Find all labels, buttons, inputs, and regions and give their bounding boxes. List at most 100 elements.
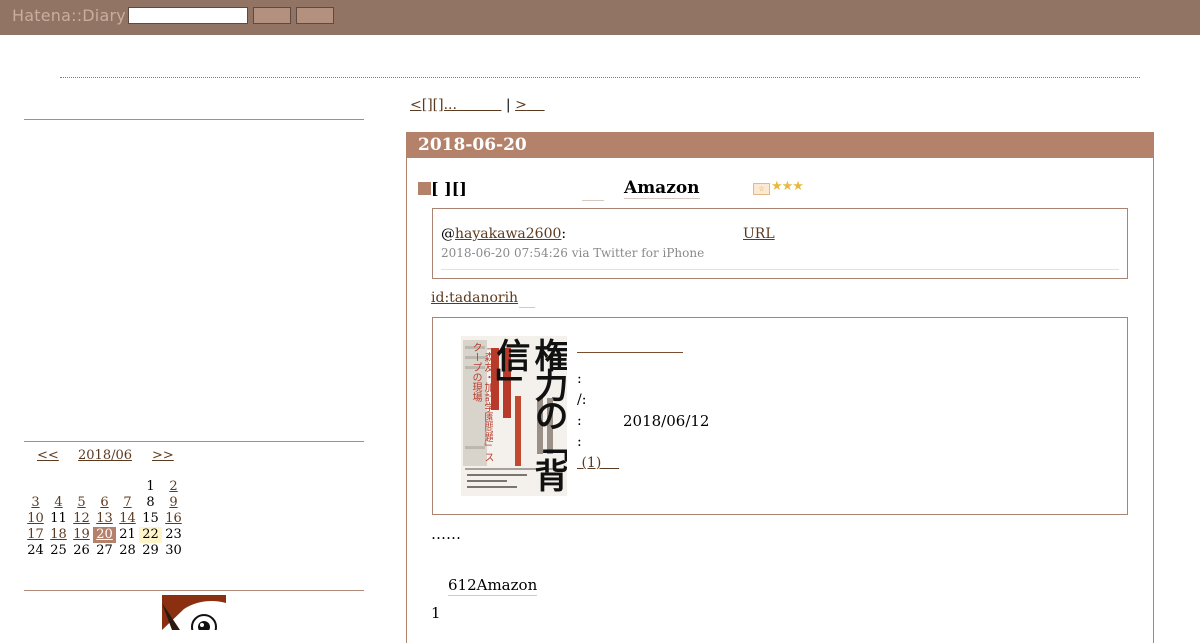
calendar-day[interactable]: 19 xyxy=(70,527,93,543)
day-date[interactable]: 2018-06-20 xyxy=(407,133,1153,158)
sidebar-divider xyxy=(24,119,364,120)
calendar-day xyxy=(70,479,93,495)
calendar-week: 12 xyxy=(24,479,185,495)
entry-paragraph-1: …… xyxy=(431,525,461,543)
book-review-link[interactable]: (1) xyxy=(577,455,619,471)
id-blank-link[interactable] xyxy=(519,307,535,308)
calendar: 1 2 3 4 5 6 7 8 9 10 11 12 13 14 15 16 17 18 19 20 21 22 23 24 2… xyxy=(24,479,185,559)
calendar-week: 17 18 19 20 21 22 23 xyxy=(24,527,185,543)
calendar-day[interactable]: 4 xyxy=(47,495,70,511)
tweet-divider xyxy=(441,269,1119,270)
calendar-day-link[interactable]: 10 xyxy=(27,511,44,526)
calendar-day-text: 25 xyxy=(50,543,67,558)
calendar-top-divider xyxy=(24,441,364,442)
calendar-prev-link[interactable]: << xyxy=(37,448,59,463)
calendar-day-text: 24 xyxy=(27,543,44,558)
user-id-link[interactable]: id:tadanorih xyxy=(431,290,518,306)
calendar-day[interactable]: 3 xyxy=(24,495,47,511)
calendar-day-link[interactable]: 20 xyxy=(96,527,113,542)
search-button[interactable] xyxy=(253,7,291,24)
book-cover-title: 権力の「背信」 xyxy=(490,338,567,488)
calendar-day-link[interactable]: 16 xyxy=(165,511,182,526)
star-icons[interactable]: ★★★ xyxy=(771,179,804,194)
calendar-day-link[interactable]: 13 xyxy=(96,511,113,526)
calendar-day[interactable]: 10 xyxy=(24,511,47,527)
calendar-day: 28 xyxy=(116,543,139,559)
calendar-day-link[interactable]: 18 xyxy=(50,527,67,542)
calendar-day[interactable]: 17 xyxy=(24,527,47,543)
calendar-day[interactable]: 2 xyxy=(162,479,185,495)
entry-paragraph-3: 1 xyxy=(431,604,441,622)
section-title-text: [ ][] xyxy=(431,179,467,198)
calendar-day xyxy=(47,479,70,495)
book-release-label: : xyxy=(577,413,582,429)
calendar-day-link[interactable]: 2 xyxy=(169,479,177,494)
search-input[interactable] xyxy=(128,7,248,24)
calendar-day[interactable]: 5 xyxy=(70,495,93,511)
calendar-day: 22 xyxy=(139,527,162,543)
calendar-day-text: 27 xyxy=(96,543,113,558)
secondary-button[interactable] xyxy=(296,7,334,24)
section-marker-icon[interactable] xyxy=(418,182,431,195)
book-cover-image[interactable]: 権力の「背信」 「森友・加計学園問題」スクープの現場 xyxy=(461,336,567,496)
calendar-day[interactable]: 18 xyxy=(47,527,70,543)
section-blank-link[interactable] xyxy=(582,199,604,201)
calendar-day[interactable]: 7 xyxy=(116,495,139,511)
calendar-day: 8 xyxy=(139,495,162,511)
calendar-day-text: 22 xyxy=(142,527,159,542)
top-bar: Hatena::Diary xyxy=(0,0,1200,35)
next-entry-link[interactable]: > xyxy=(515,97,545,113)
calendar-day: 15 xyxy=(139,511,162,527)
calendar-day[interactable]: 6 xyxy=(93,495,116,511)
amazon-title[interactable]: Amazon xyxy=(624,178,700,199)
calendar-day-link[interactable]: 5 xyxy=(77,495,85,510)
calendar-day[interactable]: 9 xyxy=(162,495,185,511)
calendar-day-text: 28 xyxy=(119,543,136,558)
calendar-day-link[interactable]: 12 xyxy=(73,511,90,526)
calendar-day-link[interactable]: 6 xyxy=(100,495,108,510)
diary-day: 2018-06-20 [ ][] Amazon ☆ ★★★ @hayakawa2… xyxy=(406,132,1154,643)
calendar-day-link[interactable]: 9 xyxy=(169,495,177,510)
calendar-day: 11 xyxy=(47,511,70,527)
calendar-day-link[interactable]: 7 xyxy=(123,495,131,510)
site-logo[interactable]: Hatena::Diary xyxy=(12,6,126,25)
calendar-next-link[interactable]: >> xyxy=(152,448,174,463)
calendar-day[interactable]: 12 xyxy=(70,511,93,527)
amazon-book-box: 権力の「背信」 「森友・加計学園問題」スクープの現場 : /: : 2018/0… xyxy=(432,317,1128,515)
calendar-day-link[interactable]: 4 xyxy=(54,495,62,510)
calendar-day xyxy=(24,479,47,495)
book-title-link[interactable] xyxy=(577,352,683,353)
calendar-day: 24 xyxy=(24,543,47,559)
add-star-icon[interactable]: ☆ xyxy=(753,183,770,195)
calendar-day: 30 xyxy=(162,543,185,559)
calendar-day-text: 23 xyxy=(165,527,182,542)
calendar-day-link[interactable]: 3 xyxy=(31,495,39,510)
calendar-week: 10 11 12 13 14 15 16 xyxy=(24,511,185,527)
calendar-day: 27 xyxy=(93,543,116,559)
calendar-day[interactable]: 14 xyxy=(116,511,139,527)
calendar-week: 24 25 26 27 28 29 30 xyxy=(24,543,185,559)
calendar-day-text: 29 xyxy=(142,543,159,558)
calendar-day xyxy=(93,479,116,495)
tweet-handle-link[interactable]: hayakawa2600 xyxy=(455,226,561,242)
book-release-date: 2018/06/12 xyxy=(623,412,710,430)
prev-entry-link[interactable]: <[][]... xyxy=(410,97,501,113)
tweet-author: @hayakawa2600: xyxy=(441,226,566,242)
header-divider xyxy=(60,77,1140,78)
calendar-week: 3456789 xyxy=(24,495,185,511)
calendar-month-link[interactable]: 2018/06 xyxy=(78,448,132,463)
tweet-url-link[interactable]: URL xyxy=(743,226,775,242)
calendar-day[interactable]: 16 xyxy=(162,511,185,527)
entry-paragraph-2: 612Amazon xyxy=(448,576,538,596)
book-author: : xyxy=(577,371,582,387)
section-title: [ ][] xyxy=(418,179,467,198)
profile-image[interactable] xyxy=(162,595,226,630)
calendar-day[interactable]: 20 xyxy=(93,527,116,543)
calendar-day-link[interactable]: 19 xyxy=(73,527,90,542)
calendar-day: 26 xyxy=(70,543,93,559)
calendar-day-link[interactable]: 17 xyxy=(27,527,44,542)
calendar-day-link[interactable]: 14 xyxy=(119,511,136,526)
calendar-day[interactable]: 13 xyxy=(93,511,116,527)
calendar-day: 1 xyxy=(139,479,162,495)
pager-separator: | xyxy=(505,97,511,113)
